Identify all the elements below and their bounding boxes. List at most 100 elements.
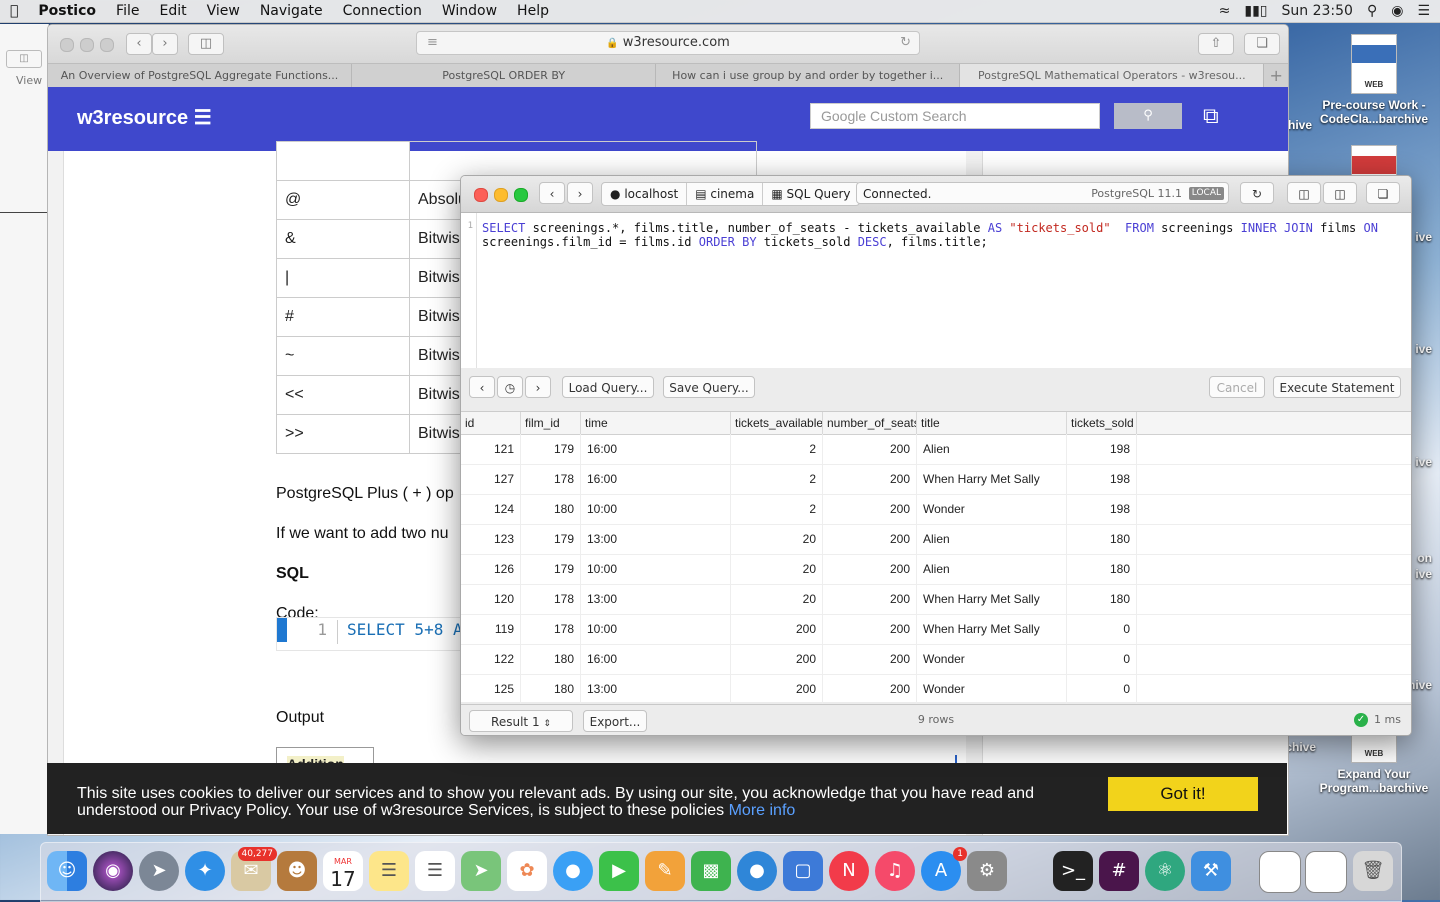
menu-view[interactable]: View xyxy=(197,3,250,19)
table-cell[interactable]: 180 xyxy=(521,644,581,674)
save-query-button[interactable]: Save Query... xyxy=(663,376,755,398)
dock-mail-icon[interactable]: ✉ 40,277 xyxy=(231,847,277,891)
table-cell[interactable]: 178 xyxy=(521,464,581,494)
dock-terminal-icon[interactable]: >_ xyxy=(1053,851,1093,891)
column-header-tickets-available[interactable]: tickets_available xyxy=(731,412,823,434)
window-close-button[interactable] xyxy=(60,38,74,52)
table-cell[interactable]: 10:00 xyxy=(581,494,731,524)
share-button[interactable]: ⇧ xyxy=(1198,33,1234,55)
table-cell[interactable]: 200 xyxy=(731,614,823,644)
table-cell[interactable]: 198 xyxy=(1067,464,1137,494)
back-button[interactable]: ‹ xyxy=(539,182,565,204)
reader-icon[interactable]: ≡ xyxy=(427,32,438,54)
menu-navigate[interactable]: Navigate xyxy=(250,3,333,19)
forward-button[interactable]: › xyxy=(567,182,593,204)
dock-numbers-icon[interactable]: ▩ xyxy=(691,851,731,891)
table-cell[interactable]: 200 xyxy=(823,614,917,644)
dock-music-icon[interactable]: ♫ xyxy=(875,851,915,891)
refresh-button[interactable]: ↻ xyxy=(1240,182,1274,204)
battery-icon[interactable]: ▮▮▯ xyxy=(1244,3,1267,19)
table-cell[interactable]: 200 xyxy=(823,674,917,704)
column-header-number-of-seats[interactable]: number_of_seats xyxy=(823,412,917,434)
table-cell[interactable]: 198 xyxy=(1067,494,1137,524)
dock-contacts-icon[interactable]: ☻ xyxy=(277,851,317,891)
menu-help[interactable]: Help xyxy=(507,3,559,19)
table-cell[interactable]: 124 xyxy=(461,494,521,524)
google-search-input[interactable]: Google Custom Search xyxy=(810,103,1100,129)
table-cell[interactable]: 179 xyxy=(521,434,581,464)
table-cell[interactable]: 179 xyxy=(521,554,581,584)
sql-query-text[interactable]: SELECT screenings.*, films.title, number… xyxy=(482,221,1402,249)
table-cell[interactable]: 121 xyxy=(461,434,521,464)
menu-app-name[interactable]: Postico xyxy=(28,3,106,19)
result-select[interactable]: Result 1 ⇕ xyxy=(469,710,573,732)
dock-news-icon[interactable]: N xyxy=(829,851,869,891)
table-cell[interactable]: 126 xyxy=(461,554,521,584)
window-minimize-button[interactable] xyxy=(494,188,508,202)
table-cell[interactable]: 13:00 xyxy=(581,674,731,704)
menu-connection[interactable]: Connection xyxy=(333,3,432,19)
table-cell[interactable]: 200 xyxy=(823,494,917,524)
history-forward-button[interactable]: › xyxy=(525,376,551,398)
table-cell[interactable]: 127 xyxy=(461,464,521,494)
menubar-clock[interactable]: Sun 23:50 xyxy=(1282,3,1353,19)
dock-notes-icon[interactable]: ☰ xyxy=(369,851,409,891)
reload-icon[interactable]: ↻ xyxy=(900,32,911,54)
table-row[interactable]: 123 179 13:00 20 200 Alien 180 xyxy=(461,524,1411,555)
column-header-title[interactable]: title xyxy=(917,412,1067,434)
table-cell[interactable]: Wonder xyxy=(917,674,1067,704)
table-cell[interactable]: 125 xyxy=(461,674,521,704)
table-cell[interactable]: Wonder xyxy=(917,494,1067,524)
table-cell[interactable]: 200 xyxy=(823,644,917,674)
window-minimize-button[interactable] xyxy=(80,38,94,52)
table-cell[interactable]: When Harry Met Sally xyxy=(917,464,1067,494)
table-cell[interactable]: 200 xyxy=(823,584,917,614)
dock-facetime-icon[interactable]: ▶ xyxy=(599,851,639,891)
tab-group-by[interactable]: How can i use group by and order by toge… xyxy=(656,64,961,88)
dock-atom-icon[interactable]: ⚛ xyxy=(1145,851,1185,891)
menu-edit[interactable]: Edit xyxy=(149,3,196,19)
tab-math-operators[interactable]: PostgreSQL Mathematical Operators - w3re… xyxy=(960,64,1265,88)
table-cell[interactable]: 13:00 xyxy=(581,584,731,614)
sql-editor[interactable]: 1 SELECT screenings.*, films.title, numb… xyxy=(461,213,1411,368)
table-cell[interactable]: 198 xyxy=(1067,434,1137,464)
dock-calendar-icon[interactable]: MAR 17 xyxy=(323,851,363,891)
dock-photos-icon[interactable]: ✿ xyxy=(507,851,547,891)
column-header-id[interactable]: id xyxy=(461,412,521,434)
tab-order-by[interactable]: PostgreSQL ORDER BY xyxy=(352,64,657,88)
column-header-film-id[interactable]: film_id xyxy=(521,412,581,434)
got-it-button[interactable]: Got it! xyxy=(1108,777,1258,811)
apple-menu-icon[interactable]:  xyxy=(0,3,28,19)
table-cell[interactable]: 10:00 xyxy=(581,614,731,644)
table-cell[interactable]: 180 xyxy=(521,674,581,704)
dock-window-thumbnail[interactable] xyxy=(1259,851,1301,893)
table-cell[interactable]: 180 xyxy=(521,494,581,524)
cancel-button[interactable]: Cancel xyxy=(1209,376,1265,398)
window-zoom-button[interactable] xyxy=(514,188,528,202)
table-row[interactable]: 124 180 10:00 2 200 Wonder 198 xyxy=(461,494,1411,525)
table-row[interactable]: 119 178 10:00 200 200 When Harry Met Sally 0 xyxy=(461,614,1411,645)
column-header-tickets-sold[interactable]: tickets_sold xyxy=(1067,412,1137,434)
wifi-icon[interactable]: ≈ xyxy=(1219,3,1231,19)
new-window-button[interactable]: ❏ xyxy=(1366,182,1400,204)
table-row[interactable]: 125 180 13:00 200 200 Wonder 0 xyxy=(461,674,1411,705)
dock-xcode-icon[interactable]: ⚒ xyxy=(1191,851,1231,891)
table-cell[interactable]: 13:00 xyxy=(581,524,731,554)
search-button[interactable]: ⚲ xyxy=(1114,103,1182,129)
table-cell[interactable]: 178 xyxy=(521,584,581,614)
dock-pages-icon[interactable]: ✎ xyxy=(645,851,685,891)
table-cell[interactable]: Alien xyxy=(917,524,1067,554)
table-cell[interactable]: Alien xyxy=(917,434,1067,464)
back-button[interactable]: ‹ xyxy=(126,33,152,55)
dock-settings-icon[interactable]: ⚙ xyxy=(967,851,1007,891)
dock-siri-icon[interactable]: ◉ xyxy=(93,851,133,891)
execute-statement-button[interactable]: Execute Statement xyxy=(1273,376,1401,398)
table-cell[interactable]: 10:00 xyxy=(581,554,731,584)
table-cell[interactable]: 200 xyxy=(823,524,917,554)
dock-maps-icon[interactable]: ➤ xyxy=(461,851,501,891)
table-cell[interactable]: 120 xyxy=(461,584,521,614)
tab-aggregate-functions[interactable]: An Overview of PostgreSQL Aggregate Func… xyxy=(48,64,353,88)
dock-postico-icon[interactable]: ● xyxy=(737,851,777,891)
table-cell[interactable]: 2 xyxy=(731,464,823,494)
history-icon[interactable]: ◷ xyxy=(497,376,523,398)
